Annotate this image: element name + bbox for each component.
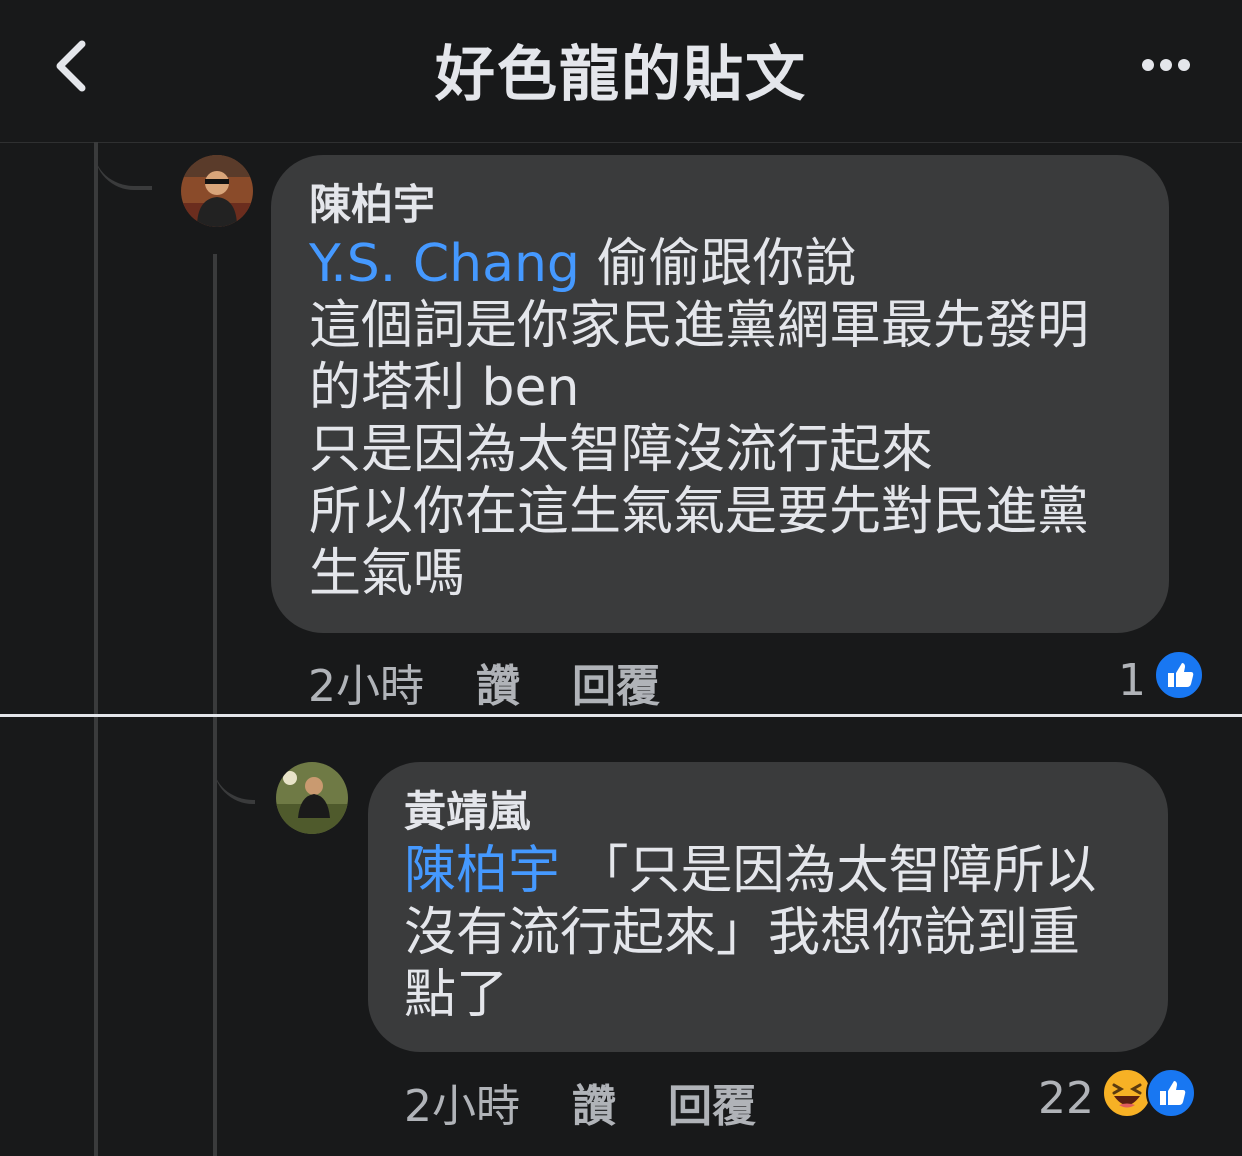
comment-line: 點了 <box>404 965 509 1025</box>
comment-line: 沒有流行起來」我想你說到重 <box>404 903 1081 963</box>
reply-button[interactable]: 回覆 <box>668 1070 756 1134</box>
comment-line: 的塔利 ben <box>309 358 580 418</box>
like-button[interactable]: 讚 <box>572 1070 616 1134</box>
mention-link[interactable]: Y.S. Chang <box>309 234 580 294</box>
like-icon <box>1146 1068 1196 1129</box>
comment-text: 陳柏宇 「只是因為太智障所以 <box>404 840 1138 902</box>
avatar[interactable] <box>276 762 348 834</box>
comment-line: 這個詞是你家民進黨網軍最先發明 <box>309 296 1090 356</box>
haha-icon <box>1102 1068 1152 1129</box>
comment-author[interactable]: 陳柏宇 <box>309 177 1133 233</box>
like-icon <box>1154 650 1204 711</box>
like-button[interactable]: 讚 <box>476 650 520 714</box>
comment-line: 生氣嗎 <box>309 544 466 604</box>
thread-line-outer <box>94 142 98 1156</box>
comment-line: 只是因為太智障沒流行起來 <box>309 420 934 480</box>
comment-meta: 2小時 讚 回覆 <box>308 650 712 714</box>
reaction-summary[interactable]: 1 <box>1118 650 1204 711</box>
reaction-summary[interactable]: 22 <box>1038 1068 1196 1129</box>
comment-line: 所以你在這生氣氣是要先對民進黨 <box>309 482 1090 542</box>
comment-text-first: 「只是因為太智障所以 <box>560 841 1097 901</box>
comment-text-first: 偷偷跟你說 <box>579 234 857 294</box>
mention-link[interactable]: 陳柏宇 <box>404 841 560 901</box>
comment-bubble: 黃靖嵐 陳柏宇 「只是因為太智障所以 沒有流行起來」我想你說到重 點了 <box>368 762 1168 1052</box>
thread-branch-curve <box>213 730 255 804</box>
page-title: 好色龍的貼文 <box>435 40 807 110</box>
divider <box>0 714 1242 717</box>
comment-meta: 2小時 讚 回覆 <box>404 1070 808 1134</box>
reaction-count: 22 <box>1038 1073 1094 1124</box>
thread-line-inner <box>213 254 217 1156</box>
more-options-icon[interactable] <box>1140 52 1192 78</box>
comment-time: 2小時 <box>308 661 424 712</box>
reaction-count: 1 <box>1118 655 1146 706</box>
reply-button[interactable]: 回覆 <box>572 650 660 714</box>
comment-bubble: 陳柏宇 Y.S. Chang 偷偷跟你說 這個詞是你家民進黨網軍最先發明 的塔利… <box>271 155 1169 633</box>
header-bar: 好色龍的貼文 <box>0 0 1242 143</box>
avatar[interactable] <box>181 155 253 227</box>
comment-text: Y.S. Chang 偷偷跟你說 <box>309 233 1133 295</box>
thread-branch-curve <box>94 142 152 190</box>
comment-author[interactable]: 黃靖嵐 <box>404 784 1138 840</box>
comment-time: 2小時 <box>404 1081 520 1132</box>
